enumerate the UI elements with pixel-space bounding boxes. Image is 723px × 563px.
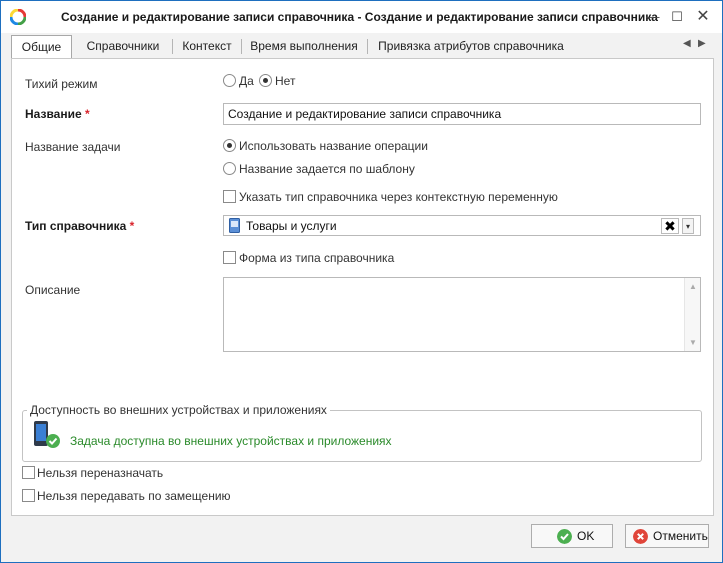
tab-separator [241, 39, 242, 54]
cancel-label: Отменить [653, 529, 708, 543]
tab-execution-time[interactable]: Время выполнения [244, 35, 364, 58]
task-name-label: Название задачи [25, 140, 121, 154]
form-from-type-label: Форма из типа справочника [239, 251, 395, 265]
directory-type-value: Товары и услуги [246, 219, 337, 233]
tab-separator [367, 39, 368, 54]
task-name-template-radio[interactable] [223, 162, 236, 175]
tab-separator [172, 39, 173, 54]
ok-button[interactable]: OK [531, 524, 613, 548]
cancel-icon [633, 529, 648, 544]
chevron-down-icon[interactable]: ▾ [682, 218, 694, 234]
tab-general[interactable]: Общие [11, 35, 72, 59]
no-reassign-label: Нельзя переназначать [37, 466, 164, 480]
quiet-mode-no-label: Нет [275, 74, 296, 88]
minimize-button[interactable]: — [641, 7, 665, 27]
context-variable-label: Указать тип справочника через контекстну… [239, 190, 558, 204]
no-reassign-checkbox[interactable] [22, 466, 35, 479]
quiet-mode-label: Тихий режим [25, 77, 98, 91]
context-variable-checkbox[interactable] [223, 190, 236, 203]
tab-context[interactable]: Контекст [174, 35, 240, 58]
directory-type-label-text: Тип справочника [25, 219, 127, 233]
app-logo-icon [10, 9, 26, 25]
directory-book-icon [229, 218, 240, 233]
scroll-up-icon[interactable]: ▲ [685, 282, 701, 291]
name-label-text: Название [25, 107, 82, 121]
description-scrollbar[interactable]: ▲ ▼ [684, 278, 700, 351]
description-textarea[interactable]: ▲ ▼ [223, 277, 701, 352]
name-label: Название * [25, 107, 90, 121]
availability-caption: Доступность во внешних устройствах и при… [27, 403, 330, 417]
no-delegate-label: Нельзя передавать по замещению [37, 489, 231, 503]
general-tab-panel: Тихий режим Да Нет Название * Создание и… [11, 58, 714, 516]
clear-icon[interactable]: ✖ [661, 218, 679, 234]
quiet-mode-yes-label: Да [239, 74, 254, 88]
task-name-use-operation-label: Использовать название операции [239, 139, 428, 153]
check-icon [557, 529, 572, 544]
quiet-mode-no-radio[interactable] [259, 74, 272, 87]
directory-type-required-mark: * [129, 219, 135, 233]
tab-directories[interactable]: Справочники [76, 35, 170, 58]
maximize-button[interactable]: ☐ [665, 7, 689, 27]
directory-type-label: Тип справочника * [25, 219, 134, 233]
tab-attribute-binding[interactable]: Привязка атрибутов справочника [371, 35, 571, 58]
tab-scroll-left-icon[interactable]: ◀ [683, 38, 691, 49]
description-label: Описание [25, 283, 81, 297]
cancel-button[interactable]: Отменить [625, 524, 709, 548]
directory-type-combo[interactable]: Товары и услуги ✖ ▾ [223, 215, 701, 236]
form-from-type-checkbox[interactable] [223, 251, 236, 264]
quiet-mode-yes-radio[interactable] [223, 74, 236, 87]
title-bar: Создание и редактирование записи справоч… [1, 1, 722, 33]
tab-scroll-right-icon[interactable]: ▶ [698, 38, 706, 49]
task-name-use-operation-radio[interactable] [223, 139, 236, 152]
close-button[interactable]: ✕ [691, 7, 715, 27]
no-delegate-checkbox[interactable] [22, 489, 35, 502]
tab-strip: Общие Справочники Контекст Время выполне… [11, 35, 714, 59]
scroll-down-icon[interactable]: ▼ [685, 338, 701, 347]
name-required-mark: * [85, 107, 90, 121]
mobile-device-check-icon [34, 421, 60, 448]
task-name-template-label: Название задается по шаблону [239, 162, 415, 176]
ok-label: OK [577, 529, 595, 543]
window-title: Создание и редактирование записи справоч… [61, 10, 658, 24]
availability-status: Задача доступна во внешних устройствах и… [70, 434, 392, 448]
dialog-window: Создание и редактирование записи справоч… [0, 0, 723, 563]
name-input[interactable]: Создание и редактирование записи справоч… [223, 103, 701, 125]
